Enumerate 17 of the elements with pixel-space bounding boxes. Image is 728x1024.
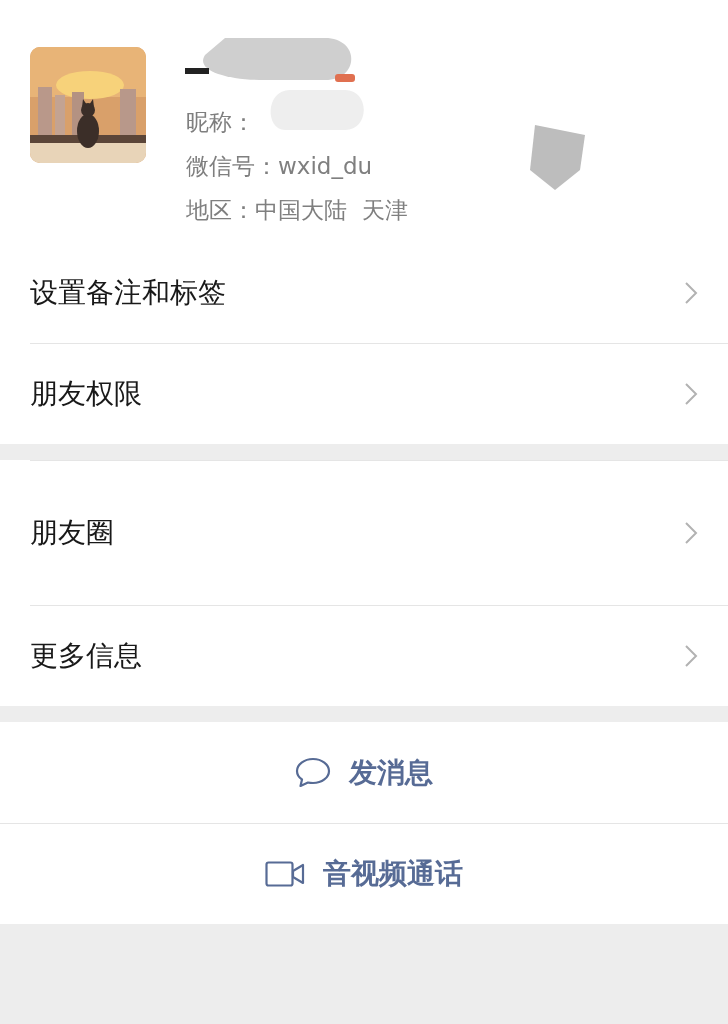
menu-label: 朋友圈: [30, 515, 114, 551]
wechat-id: 微信号：wxid_du: [186, 152, 374, 181]
menu-row[interactable]: 朋友圈: [30, 460, 728, 605]
chevron-right-icon: [684, 521, 698, 545]
speech-bubble-icon: [295, 756, 331, 789]
menu-label: 设置备注和标签: [30, 275, 226, 311]
video-camera-icon: [265, 861, 305, 887]
menu-row[interactable]: 朋友权限: [30, 343, 728, 444]
menu-label: 更多信息: [30, 638, 142, 674]
menu-row[interactable]: 设置备注和标签: [30, 242, 728, 343]
menu-row[interactable]: 更多信息: [30, 605, 728, 706]
chevron-right-icon: [684, 281, 698, 305]
menu-label: 朋友权限: [30, 376, 142, 412]
chevron-right-icon: [684, 382, 698, 406]
chevron-right-icon: [684, 644, 698, 668]
region-text: 地区：中国大陆 天津: [186, 196, 408, 225]
nickname-label: 昵称：: [186, 108, 256, 137]
